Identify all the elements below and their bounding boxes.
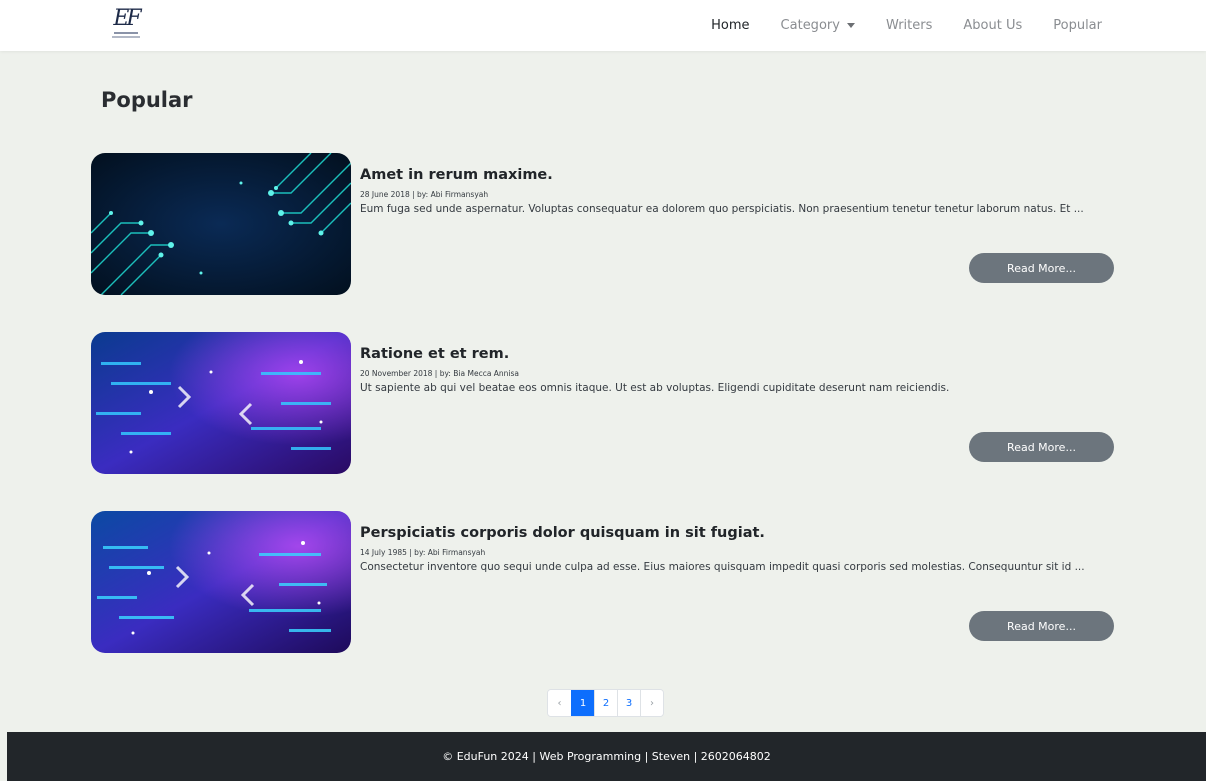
nav-links: Home Category Writers About Us Popular xyxy=(680,0,1102,51)
nav-category-dropdown[interactable]: Category xyxy=(781,18,855,33)
nav-category-label: Category xyxy=(780,18,840,33)
post-thumbnail[interactable] xyxy=(91,153,351,295)
nav-about-us-label: About Us xyxy=(963,18,1023,33)
nav-writers-label: Writers xyxy=(885,18,933,33)
circuit-image xyxy=(91,153,351,295)
nav-home-label: Home xyxy=(711,18,750,33)
post-title[interactable]: Amet in rerum maxime. xyxy=(360,167,1114,183)
nav-about-us[interactable]: About Us xyxy=(963,18,1022,33)
chevron-right-icon: › xyxy=(650,697,654,709)
logo-subtext-line xyxy=(112,36,140,38)
post-body: Amet in rerum maxime. 28 June 2018 | by:… xyxy=(360,167,1114,215)
site-logo[interactable]: EF xyxy=(108,8,144,46)
footer-text: © EduFun 2024 | Web Programming | Steven… xyxy=(442,750,771,763)
post-excerpt: Eum fuga sed unde aspernatur. Voluptas c… xyxy=(360,203,1084,215)
post-card: Amet in rerum maxime. 28 June 2018 | by:… xyxy=(91,153,1114,295)
post-card: Perspiciatis corporis dolor quisquam in … xyxy=(91,511,1114,653)
read-more-button[interactable]: Read More... xyxy=(969,253,1114,283)
post-meta: 14 July 1985 | by: Abi Firmansyah xyxy=(360,548,486,557)
pagination: ‹ 1 2 3 › xyxy=(547,689,664,717)
post-title[interactable]: Ratione et et rem. xyxy=(360,346,1114,362)
pagination-page-1[interactable]: 1 xyxy=(571,690,594,716)
nav-home[interactable]: Home xyxy=(711,18,749,33)
post-excerpt: Ut sapiente ab qui vel beatae eos omnis … xyxy=(360,382,950,394)
caret-down-icon xyxy=(846,23,855,28)
logo-subtext xyxy=(114,32,138,34)
pagination-page-3[interactable]: 3 xyxy=(617,690,640,716)
post-card: Ratione et et rem. 20 November 2018 | by… xyxy=(91,332,1114,474)
nav-popular-label: Popular xyxy=(1053,18,1102,33)
pagination-next[interactable]: › xyxy=(640,690,663,716)
post-meta: 28 June 2018 | by: Abi Firmansyah xyxy=(360,190,489,199)
chevron-left-icon: ‹ xyxy=(557,697,562,709)
post-thumbnail[interactable] xyxy=(91,332,351,474)
post-excerpt: Consectetur inventore quo sequi unde cul… xyxy=(360,561,1085,573)
tech-image xyxy=(91,511,351,653)
read-more-button[interactable]: Read More... xyxy=(969,611,1114,641)
read-more-button[interactable]: Read More... xyxy=(969,432,1114,462)
post-body: Perspiciatis corporis dolor quisquam in … xyxy=(360,525,1114,573)
post-body: Ratione et et rem. 20 November 2018 | by… xyxy=(360,346,1114,394)
nav-popular[interactable]: Popular xyxy=(1053,18,1102,33)
navbar: EF Home Category Writers About Us Popula… xyxy=(0,0,1206,51)
page-title: Popular xyxy=(101,88,193,112)
logo-mark: EF xyxy=(113,6,141,31)
post-thumbnail[interactable] xyxy=(91,511,351,653)
post-meta: 20 November 2018 | by: Bia Mecca Annisa xyxy=(360,369,520,378)
pagination-page-2[interactable]: 2 xyxy=(594,690,617,716)
nav-writers[interactable]: Writers xyxy=(886,18,932,33)
footer: © EduFun 2024 | Web Programming | Steven… xyxy=(7,732,1206,781)
tech-image xyxy=(91,332,351,474)
pagination-prev[interactable]: ‹ xyxy=(548,690,571,716)
post-title[interactable]: Perspiciatis corporis dolor quisquam in … xyxy=(360,525,1114,541)
